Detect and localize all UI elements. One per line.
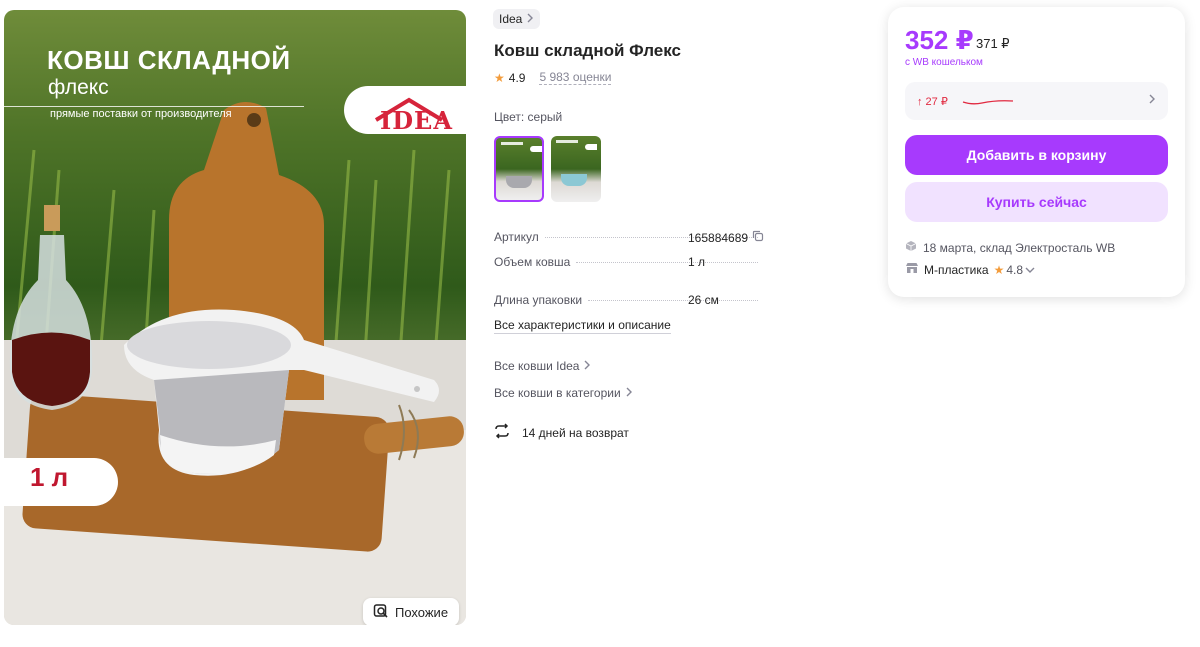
box-icon [905, 240, 917, 255]
brand-logo: IDEA [380, 106, 453, 135]
photo-note: прямые поставки от производителя [50, 108, 232, 120]
return-policy: 14 дней на возврат [494, 423, 629, 442]
color-option-gray[interactable] [494, 136, 544, 202]
spec-row-article: Артикул 165884689 [494, 230, 764, 245]
price-change: ↑ 27 ₽ [917, 95, 948, 108]
article-number: 165884689 [688, 230, 749, 245]
star-icon: ★ [993, 262, 1005, 277]
volume-label: 1 л [30, 462, 69, 492]
color-option-blue[interactable] [551, 136, 601, 202]
spec-row-volume: Объем ковша 1 л [494, 255, 764, 269]
reviews-link[interactable]: 5 983 оценки [539, 70, 612, 85]
chevron-down-icon[interactable] [1025, 263, 1035, 277]
spec-dots [576, 262, 758, 263]
all-specs-link[interactable]: Все характеристики и описание [494, 318, 671, 334]
star-icon: ★ [494, 70, 505, 85]
return-label: 14 дней на возврат [522, 425, 629, 440]
price-trend-icon [962, 100, 1013, 105]
brand-link[interactable]: Idea [493, 9, 541, 29]
shop-icon [905, 262, 919, 277]
color-label: Цвет: серый [494, 110, 563, 124]
similar-label: Похожие [395, 604, 449, 620]
delivery-info: 18 марта, склад Электросталь WB [905, 240, 1115, 255]
brand-ladles-label: Все ковши Idea [494, 359, 580, 373]
seller-link[interactable]: М-пластика ★ 4.8 [905, 262, 1035, 277]
price-card: 352 ₽ 371 ₽ с WB кошельком ↑ 27 ₽ Добави… [888, 7, 1185, 297]
chevron-right-icon [526, 12, 534, 26]
old-price: 371 ₽ [976, 36, 1010, 51]
chevron-right-icon [625, 386, 633, 400]
spec-value: 1 л [688, 255, 706, 269]
copy-icon[interactable] [752, 230, 764, 245]
brand-name: Idea [499, 12, 523, 26]
chevron-right-icon [583, 359, 591, 373]
buy-now-button[interactable]: Купить сейчас [905, 182, 1168, 222]
category-ladles-link[interactable]: Все ковши в категории [494, 386, 633, 400]
title-divider [4, 106, 304, 107]
thumb-ladle-gray [506, 176, 532, 188]
add-to-cart-button[interactable]: Добавить в корзину [905, 135, 1168, 175]
thumb-title-strip [556, 140, 578, 143]
rating-value: 4.9 [508, 70, 526, 85]
similar-search-icon [373, 603, 389, 622]
seller-rating: ★ 4.8 [994, 263, 1035, 277]
seller-name: М-пластика [924, 262, 989, 277]
price-history-button[interactable]: ↑ 27 ₽ [905, 82, 1168, 120]
spec-key: Длина упаковки [494, 293, 583, 307]
return-arrows-icon [494, 423, 510, 442]
spec-row-length: Длина упаковки 26 см [494, 293, 764, 307]
spec-value: 26 см [688, 293, 719, 307]
product-page: КОВШ СКЛАДНОЙ флекс прямые поставки от п… [0, 0, 1200, 647]
similar-button[interactable]: Похожие [363, 598, 459, 625]
delivery-label: 18 марта, склад Электросталь WB [923, 240, 1116, 255]
spec-key: Объем ковша [494, 255, 571, 269]
wallet-note: с WB кошельком [905, 57, 983, 68]
chevron-right-icon [1148, 93, 1156, 108]
brand-ladles-link[interactable]: Все ковши Idea [494, 359, 591, 373]
seller-rating-value: 4.8 [1006, 262, 1024, 277]
spec-value: 165884689 [688, 230, 764, 245]
thumb-logo-strip [585, 144, 597, 150]
spec-key: Артикул [494, 230, 539, 244]
thumb-ladle-blue [561, 174, 587, 186]
product-title: Ковш складной Флекс [494, 41, 681, 60]
spec-dots [588, 300, 758, 301]
thumb-logo-strip [530, 146, 542, 152]
category-ladles-label: Все ковши в категории [494, 386, 621, 400]
rating-block: ★ 4.9 5 983 оценки [494, 70, 612, 85]
thumb-title-strip [501, 142, 523, 145]
photo-subtitle: флекс [48, 76, 109, 99]
product-photo[interactable]: КОВШ СКЛАДНОЙ флекс прямые поставки от п… [4, 10, 466, 625]
photo-title: КОВШ СКЛАДНОЙ [47, 45, 291, 75]
current-price: 352 ₽ [905, 25, 974, 55]
